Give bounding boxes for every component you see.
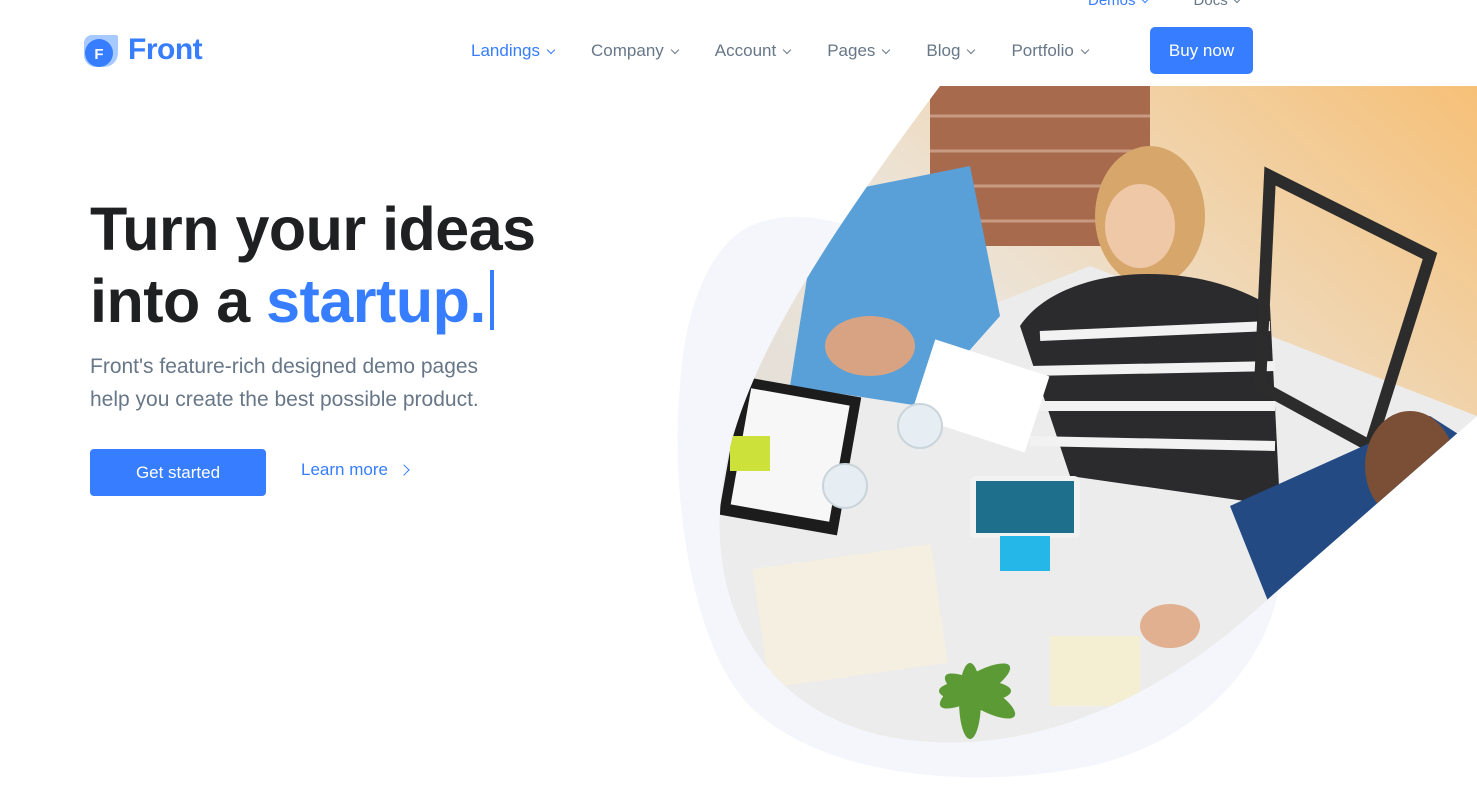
learn-more-link[interactable]: Learn more bbox=[301, 460, 410, 480]
front-logo-icon: F bbox=[82, 31, 120, 69]
topbar-item-demos[interactable]: Demos bbox=[1088, 0, 1149, 9]
chevron-down-icon bbox=[670, 45, 680, 54]
nav-item-company[interactable]: Company bbox=[591, 41, 680, 61]
buy-now-button[interactable]: Buy now bbox=[1150, 27, 1253, 74]
brand-name: Front bbox=[128, 33, 203, 66]
hero-subtitle-line-2: help you create the best possible produc… bbox=[90, 388, 479, 411]
chevron-down-icon bbox=[782, 45, 792, 54]
chevron-down-icon bbox=[1232, 0, 1241, 4]
nav-item-label: Portfolio bbox=[1011, 41, 1074, 60]
hero-image bbox=[670, 86, 1477, 789]
svg-text:F: F bbox=[94, 46, 103, 63]
nav-item-label: Landings bbox=[471, 41, 541, 60]
chevron-down-icon bbox=[1080, 45, 1090, 54]
learn-more-label: Learn more bbox=[301, 460, 388, 479]
topbar-item-label: Demos bbox=[1088, 0, 1136, 9]
chevron-down-icon bbox=[546, 45, 556, 54]
nav-item-label: Account bbox=[714, 41, 777, 60]
chevron-right-icon bbox=[398, 464, 410, 476]
nav-item-account[interactable]: Account bbox=[714, 41, 792, 61]
topbar-item-docs[interactable]: Docs bbox=[1193, 0, 1241, 9]
nav-item-label: Blog bbox=[926, 41, 961, 60]
chevron-down-icon bbox=[1140, 0, 1149, 4]
hero-title-line-1: Turn your ideas bbox=[90, 195, 536, 263]
hero-title: Turn your ideas into a startup. bbox=[90, 193, 536, 337]
nav-item-label: Company bbox=[591, 41, 664, 60]
chevron-down-icon bbox=[882, 45, 891, 54]
nav-item-blog[interactable]: Blog bbox=[926, 41, 976, 61]
site-header: F Front Landings Company Account Pages B… bbox=[0, 27, 1477, 75]
chevron-down-icon bbox=[967, 45, 976, 54]
typing-cursor bbox=[489, 270, 494, 330]
brand-logo[interactable]: F Front bbox=[82, 31, 203, 69]
get-started-button[interactable]: Get started bbox=[90, 449, 266, 496]
hero-title-highlight: startup. bbox=[266, 267, 508, 335]
hero-subtitle-line-1: Front's feature-rich designed demo pages bbox=[90, 355, 479, 378]
hero-subtitle: Front's feature-rich designed demo pages… bbox=[90, 350, 550, 416]
nav-item-label: Pages bbox=[827, 41, 876, 60]
main-nav: Landings Company Account Pages Blog Port… bbox=[471, 27, 1125, 75]
nav-item-portfolio[interactable]: Portfolio bbox=[1011, 41, 1090, 61]
topbar-item-label: Docs bbox=[1193, 0, 1228, 9]
nav-item-landings[interactable]: Landings bbox=[471, 41, 556, 61]
top-utility-bar: Demos Docs bbox=[1088, 0, 1241, 9]
nav-item-pages[interactable]: Pages bbox=[827, 41, 891, 61]
hero-title-line-2-prefix: into a bbox=[90, 267, 267, 335]
team-meeting-photo-icon bbox=[677, 86, 1477, 778]
